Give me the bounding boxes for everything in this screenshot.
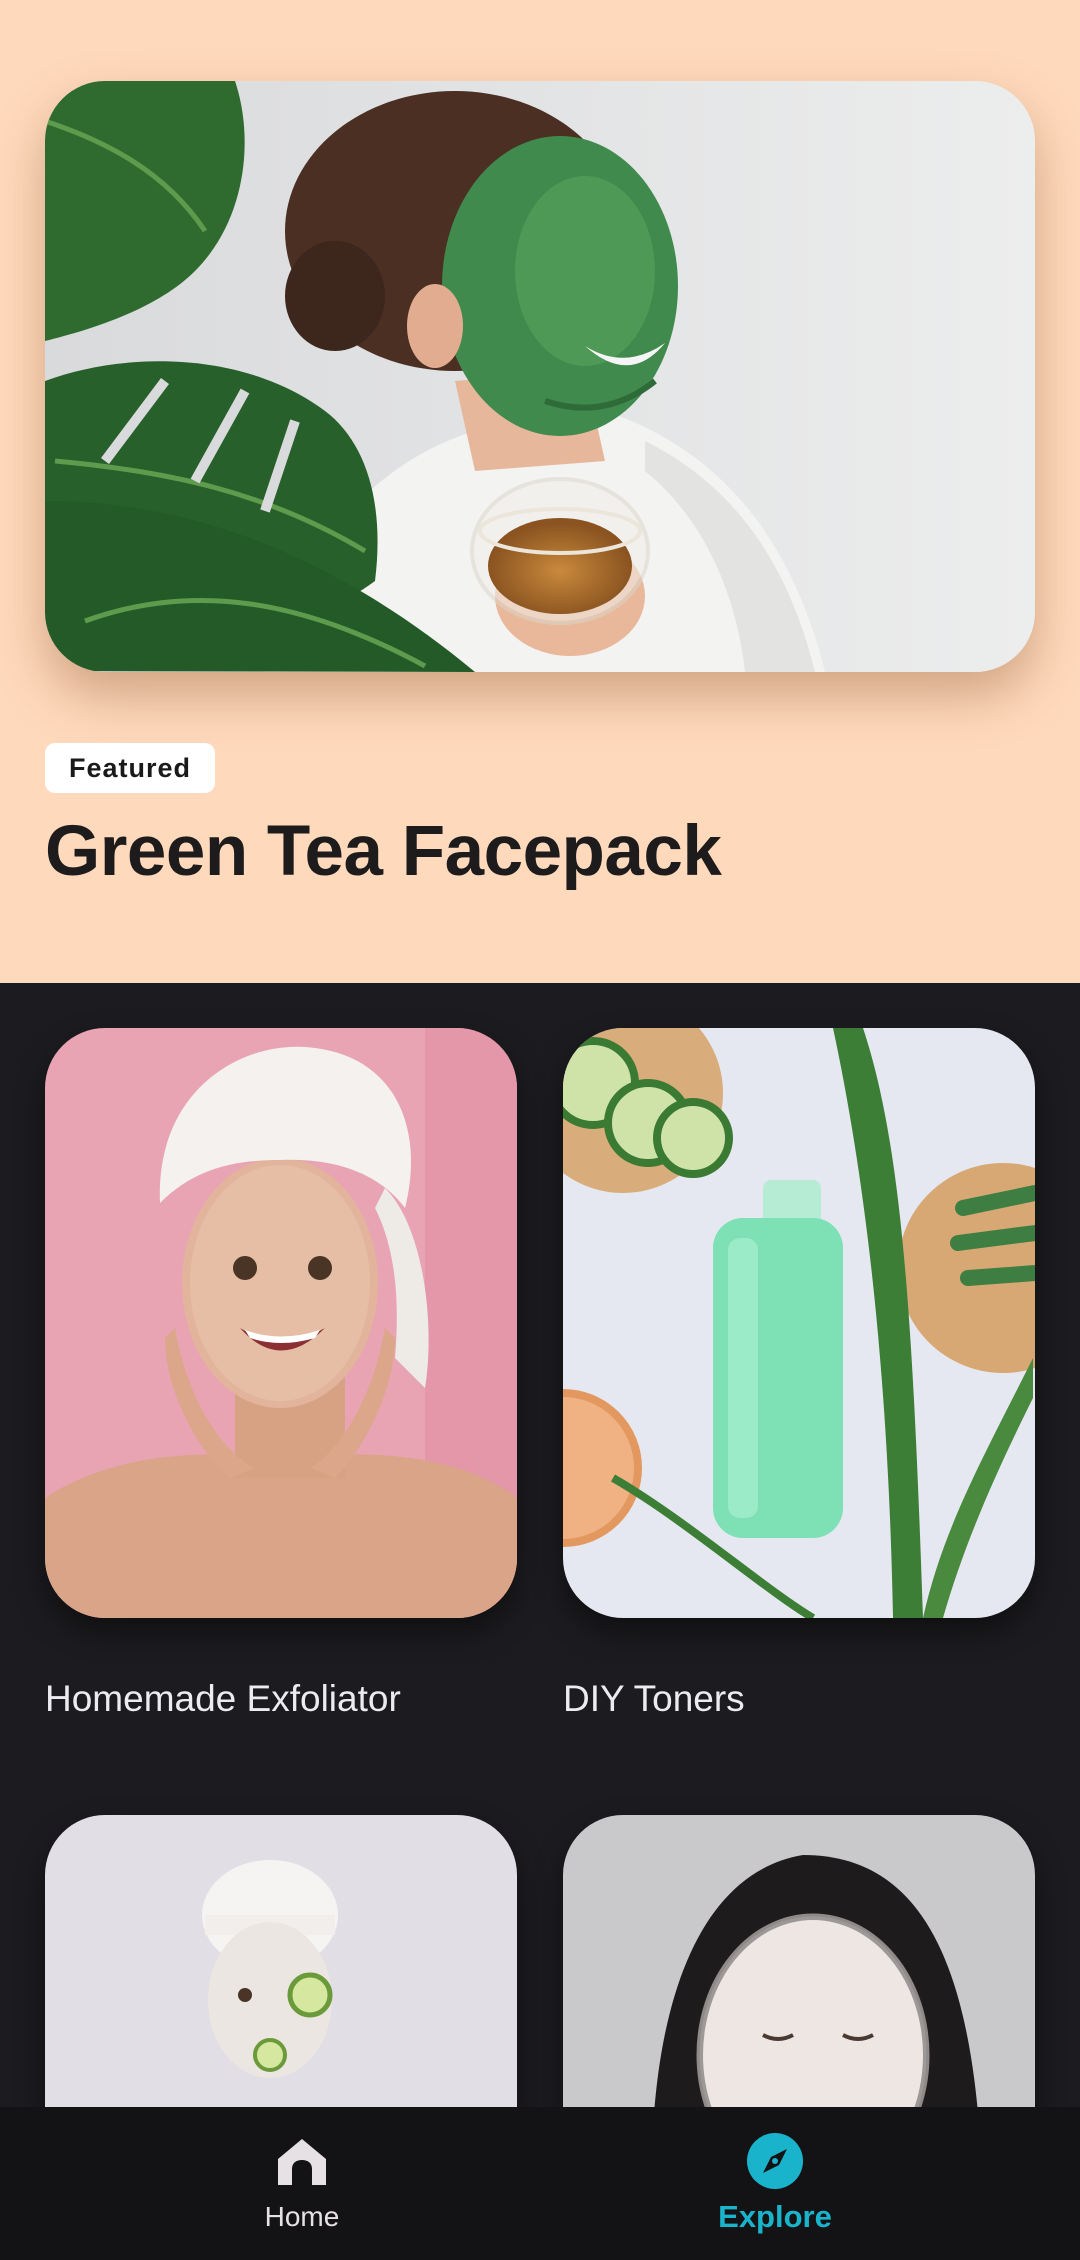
featured-image-card[interactable] <box>45 81 1035 672</box>
grid-card-homemade-exfoliator[interactable] <box>45 1028 517 1618</box>
nav-item-home[interactable]: Home <box>32 2107 572 2260</box>
exfoliator-photo <box>45 1028 517 1618</box>
toners-photo <box>563 1028 1035 1618</box>
home-icon <box>278 2139 326 2185</box>
grid-card-diy-toners[interactable] <box>563 1028 1035 1618</box>
featured-badge: Featured <box>45 743 216 793</box>
featured-photo <box>45 81 1035 672</box>
nav-label-explore: Explore <box>718 2199 832 2234</box>
bottom-navigation: Home Explore <box>0 2107 1080 2260</box>
nav-item-explore[interactable]: Explore <box>505 2107 1045 2260</box>
grid-card-label: DIY Toners <box>563 1678 745 1719</box>
nav-label-home: Home <box>264 2201 340 2232</box>
compass-icon <box>747 2133 803 2189</box>
featured-title[interactable]: Green Tea Facepack <box>45 808 722 896</box>
grid-card-label: Homemade Exfoliator <box>45 1678 401 1719</box>
featured-section: Featured Green Tea Facepack <box>0 0 1080 983</box>
explore-screen: Featured Green Tea Facepack Homemade Exf… <box>0 0 1080 2260</box>
